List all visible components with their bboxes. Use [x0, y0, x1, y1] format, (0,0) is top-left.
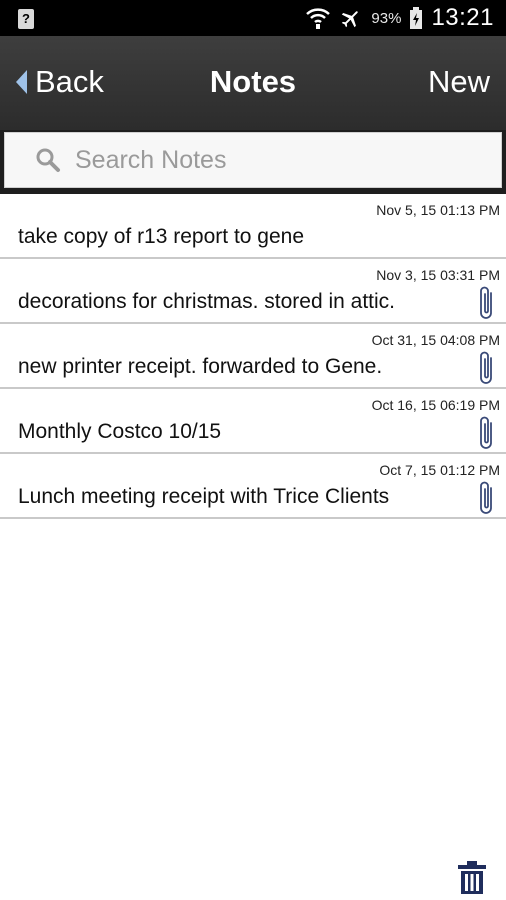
new-note-button[interactable]: New	[428, 62, 490, 102]
note-item[interactable]: Oct 16, 15 06:19 PM Monthly Costco 10/15	[0, 389, 506, 454]
note-item[interactable]: Nov 3, 15 03:31 PM decorations for chris…	[0, 259, 506, 324]
unknown-notification-icon: ?	[18, 9, 34, 29]
note-date: Oct 7, 15 01:12 PM	[379, 462, 500, 478]
search-bar	[0, 130, 506, 194]
status-bar-right: 93% 13:21	[305, 0, 494, 36]
trash-icon[interactable]	[457, 860, 487, 896]
paperclip-icon	[480, 286, 492, 319]
battery-icon	[410, 7, 423, 29]
note-item[interactable]: Oct 31, 15 04:08 PM new printer receipt.…	[0, 324, 506, 389]
search-input[interactable]	[75, 145, 475, 175]
note-text: new printer receipt. forwarded to Gene.	[18, 355, 383, 378]
status-bar: ? 93% 13:21	[0, 0, 506, 36]
search-box[interactable]	[4, 132, 502, 188]
note-date: Oct 16, 15 06:19 PM	[371, 397, 500, 413]
notes-list: Nov 5, 15 01:13 PM take copy of r13 repo…	[0, 194, 506, 519]
search-icon	[36, 148, 60, 172]
paperclip-icon	[480, 416, 492, 449]
paperclip-icon	[480, 351, 492, 384]
clock: 13:21	[431, 4, 494, 31]
note-item[interactable]: Nov 5, 15 01:13 PM take copy of r13 repo…	[0, 194, 506, 259]
note-text: Lunch meeting receipt with Trice Clients	[18, 485, 390, 508]
note-text: Monthly Costco 10/15	[18, 420, 222, 443]
note-item[interactable]: Oct 7, 15 01:12 PM Lunch meeting receipt…	[0, 454, 506, 519]
battery-percent: 93%	[371, 9, 402, 27]
wifi-icon	[306, 8, 331, 29]
note-date: Nov 5, 15 01:13 PM	[376, 202, 500, 218]
paperclip-icon	[480, 481, 492, 514]
airplane-mode-icon	[342, 11, 359, 28]
note-text: decorations for christmas. stored in att…	[18, 290, 395, 313]
note-text: take copy of r13 report to gene	[18, 225, 305, 248]
note-date: Nov 3, 15 03:31 PM	[376, 267, 500, 283]
app-header: Back Notes New	[0, 36, 506, 130]
note-date: Oct 31, 15 04:08 PM	[371, 332, 500, 348]
